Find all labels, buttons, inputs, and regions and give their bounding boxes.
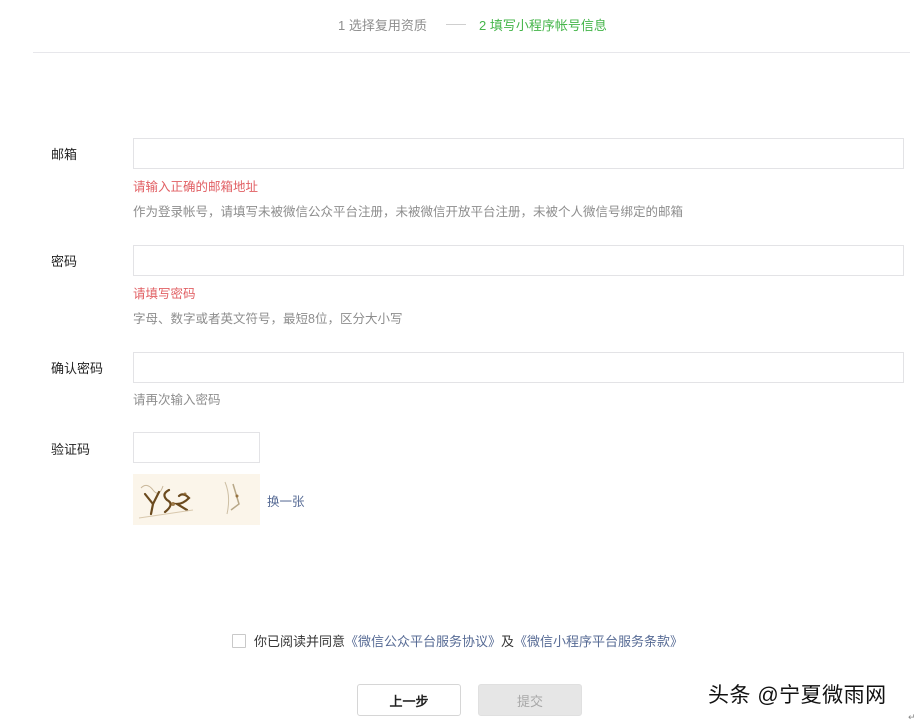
service-agreement-link[interactable]: 《微信公众平台服务协议》 <box>345 631 501 650</box>
captcha-image[interactable] <box>133 474 260 525</box>
email-error: 请输入正确的邮箱地址 <box>133 180 259 194</box>
header-divider <box>33 52 910 53</box>
captcha-input[interactable] <box>133 432 260 463</box>
email-input[interactable] <box>133 138 904 169</box>
miniprogram-terms-link[interactable]: 《微信小程序平台服务条款》 <box>514 631 683 650</box>
agreement-prefix: 你已阅读并同意 <box>254 634 346 649</box>
email-label: 邮箱 <box>51 147 78 162</box>
previous-step-button[interactable]: 上一步 <box>357 684 461 716</box>
email-tip: 作为登录帐号，请填写未被微信公众平台注册，未被微信开放平台注册，未被个人微信号绑… <box>133 205 684 219</box>
password-tip: 字母、数字或者英文符号，最短8位，区分大小写 <box>133 312 403 326</box>
confirm-password-tip: 请再次输入密码 <box>133 393 221 407</box>
confirm-password-label: 确认密码 <box>51 361 104 376</box>
agreement-row: 你已阅读并同意 《微信公众平台服务协议》 及 《微信小程序平台服务条款》 <box>232 631 683 650</box>
password-error: 请填写密码 <box>133 287 196 301</box>
password-label: 密码 <box>51 254 78 269</box>
steps-header: 1 选择复用资质 2 填写小程序帐号信息 <box>0 0 922 53</box>
step-2-label-active: 2 填写小程序帐号信息 <box>479 18 607 33</box>
return-glyph-icon: ↵ <box>908 712 916 722</box>
password-input[interactable] <box>133 245 904 276</box>
refresh-captcha-link[interactable]: 换一张 <box>267 491 305 510</box>
step-separator <box>446 24 466 25</box>
submit-button[interactable]: 提交 <box>478 684 582 716</box>
agreement-conjunction: 及 <box>501 634 515 649</box>
step-1-label: 1 选择复用资质 <box>338 18 427 33</box>
agreement-checkbox[interactable] <box>232 633 246 648</box>
captcha-label: 验证码 <box>51 442 91 457</box>
confirm-password-input[interactable] <box>133 352 904 383</box>
watermark-text: 头条 @宁夏微雨网 <box>708 684 887 707</box>
captcha-graphic <box>133 474 260 525</box>
